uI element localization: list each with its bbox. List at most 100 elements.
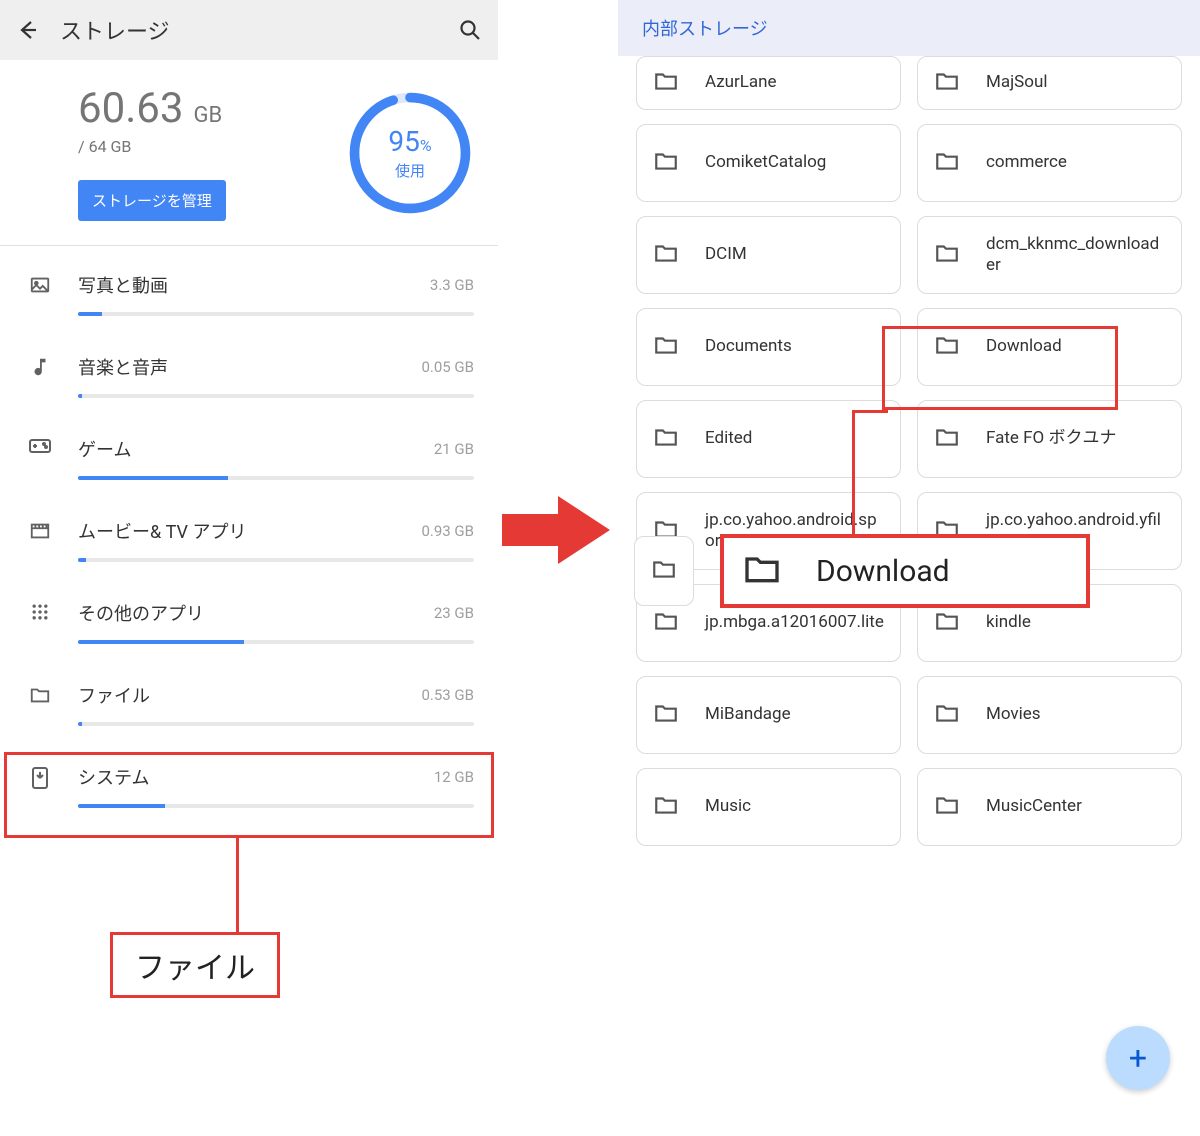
apps-icon (20, 602, 60, 622)
callout-download-label: Download (816, 554, 950, 589)
folder-icon (20, 684, 60, 706)
folder-card[interactable]: Music (636, 768, 901, 846)
usage-label: 使用 (395, 160, 425, 181)
folder-card[interactable]: MiBandage (636, 676, 901, 754)
gamepad-icon (20, 438, 60, 454)
folder-name: dcm_kknmc_downloader (986, 234, 1165, 277)
breadcrumb-label: 内部ストレージ (642, 15, 768, 41)
category-size: 0.93 GB (421, 522, 474, 540)
usage-ring-chart: 95% 使用 (346, 89, 474, 217)
folder-name: DCIM (705, 244, 747, 265)
used-amount: 60.63 (78, 84, 184, 133)
total-capacity: / 64 GB (78, 137, 346, 156)
folder-name: Fate FO ボクユナ (986, 428, 1116, 449)
usage-percent: 95 (388, 125, 419, 158)
folder-card[interactable]: AzurLane (636, 56, 901, 110)
folder-icon (653, 792, 683, 822)
app-header: ストレージ (0, 0, 498, 60)
folder-icon (934, 700, 964, 730)
image-icon (20, 274, 60, 296)
folder-name: ComiketCatalog (705, 152, 826, 173)
category-bar (78, 804, 474, 808)
category-bar (78, 394, 474, 398)
folder-icon (742, 549, 786, 593)
music-icon (20, 356, 60, 378)
manage-storage-button[interactable]: ストレージを管理 (78, 180, 226, 221)
folder-card[interactable]: Movies (917, 676, 1182, 754)
folder-card[interactable]: dcm_kknmc_downloader (917, 216, 1182, 294)
folder-icon (653, 700, 683, 730)
folder-icon (653, 608, 683, 638)
category-bar (78, 558, 474, 562)
callout-connector (236, 838, 239, 932)
folder-icon (651, 556, 677, 586)
folder-icon (934, 240, 964, 270)
callout-connector (852, 410, 855, 534)
category-bar (78, 312, 474, 316)
category-bar (78, 640, 474, 644)
system-icon (20, 766, 60, 790)
back-icon[interactable] (16, 18, 40, 42)
storage-category-row[interactable]: ムービー& TV アプリ 0.93 GB (0, 492, 498, 574)
storage-category-row[interactable]: ゲーム 21 GB (0, 410, 498, 492)
folder-icon (653, 332, 683, 362)
movie-icon (20, 520, 60, 542)
used-unit: GB (193, 103, 222, 128)
folder-icon (934, 68, 964, 98)
callout-files-label: ファイル (110, 932, 280, 998)
folder-card-partial[interactable] (634, 536, 694, 606)
folder-icon (653, 68, 683, 98)
folder-icon (934, 424, 964, 454)
folder-name: AzurLane (705, 72, 777, 93)
storage-category-row[interactable]: システム 12 GB (0, 738, 498, 820)
category-name: ゲーム (78, 436, 131, 462)
folder-name: jp.mbga.a12016007.lite (705, 612, 884, 633)
category-size: 3.3 GB (430, 276, 474, 294)
folder-name: Music (705, 796, 751, 817)
folder-card[interactable]: Fate FO ボクユナ (917, 400, 1182, 478)
breadcrumb[interactable]: 内部ストレージ (618, 0, 1200, 56)
category-size: 21 GB (434, 440, 474, 458)
storage-category-row[interactable]: 写真と動画 3.3 GB (0, 246, 498, 328)
category-bar (78, 476, 474, 480)
folder-card[interactable]: Documents (636, 308, 901, 386)
folder-card[interactable]: MusicCenter (917, 768, 1182, 846)
category-name: ファイル (78, 682, 150, 708)
category-name: システム (78, 764, 149, 790)
folder-icon (934, 608, 964, 638)
folder-icon (934, 148, 964, 178)
folder-name: MajSoul (986, 72, 1047, 93)
category-size: 0.53 GB (421, 686, 474, 704)
plus-icon: + (1129, 1039, 1147, 1077)
folder-card[interactable]: Download (917, 308, 1182, 386)
folder-card[interactable]: ComiketCatalog (636, 124, 901, 202)
callout-download: Download (720, 534, 1090, 608)
category-name: 写真と動画 (78, 272, 168, 298)
folder-name: commerce (986, 152, 1067, 173)
storage-category-row[interactable]: ファイル 0.53 GB (0, 656, 498, 738)
folder-icon (653, 424, 683, 454)
category-name: ムービー& TV アプリ (78, 518, 246, 544)
folder-card[interactable]: commerce (917, 124, 1182, 202)
folder-icon (934, 792, 964, 822)
folder-name: MusicCenter (986, 796, 1082, 817)
storage-summary: 60.63 GB / 64 GB ストレージを管理 95% 使用 (0, 60, 498, 245)
folder-card[interactable]: MajSoul (917, 56, 1182, 110)
folder-name: kindle (986, 612, 1031, 633)
arrow-icon (502, 490, 612, 570)
fab-add-button[interactable]: + (1106, 1026, 1170, 1090)
folder-name: Documents (705, 336, 792, 357)
category-name: その他のアプリ (78, 600, 204, 626)
search-icon[interactable] (458, 18, 482, 42)
category-name: 音楽と音声 (78, 354, 168, 380)
category-size: 12 GB (434, 768, 474, 786)
category-bar (78, 722, 474, 726)
callout-connector (852, 410, 888, 413)
folder-card[interactable]: DCIM (636, 216, 901, 294)
folder-icon (653, 148, 683, 178)
category-size: 0.05 GB (421, 358, 474, 376)
storage-category-row[interactable]: 音楽と音声 0.05 GB (0, 328, 498, 410)
storage-category-row[interactable]: その他のアプリ 23 GB (0, 574, 498, 656)
folder-name: MiBandage (705, 704, 791, 725)
category-size: 23 GB (434, 604, 474, 622)
